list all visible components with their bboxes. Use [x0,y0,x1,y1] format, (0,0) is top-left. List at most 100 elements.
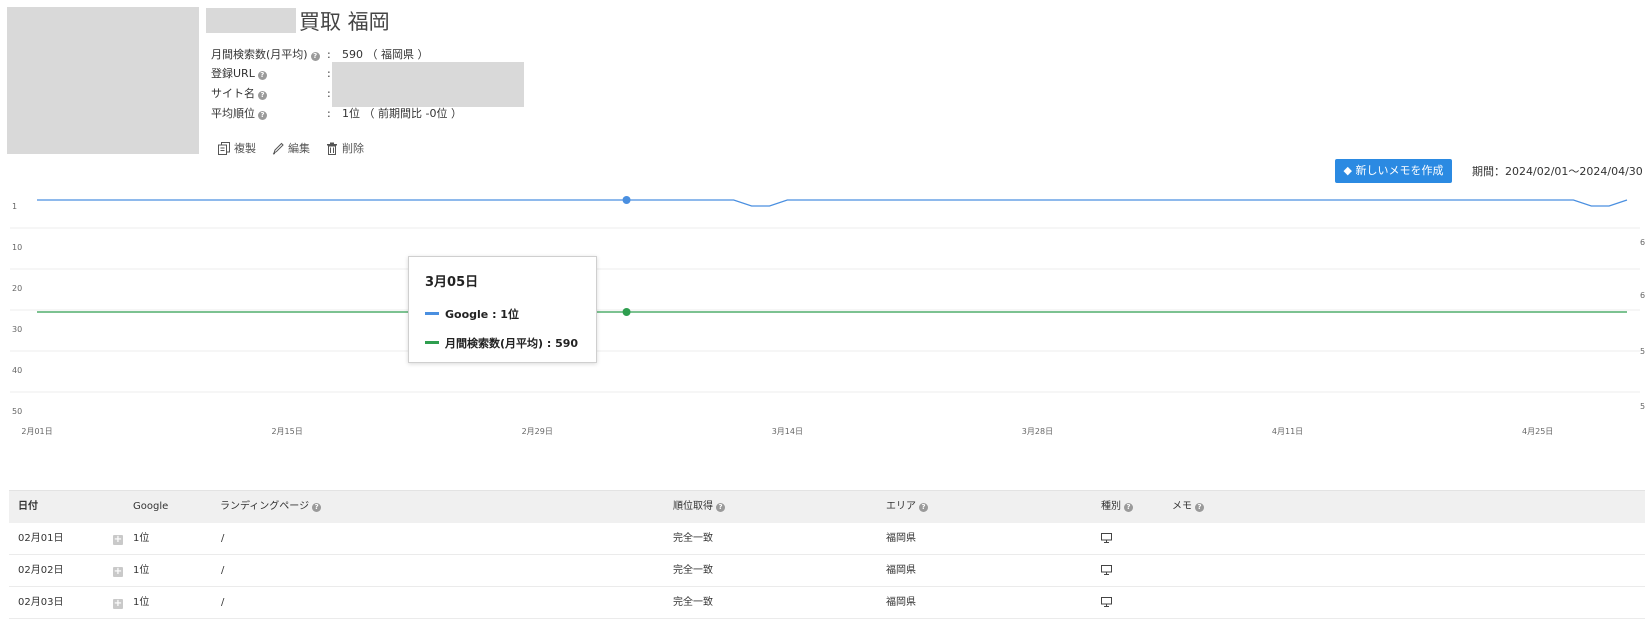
info-volume: 月間検索数(月平均)? : 590 （ 福岡県 ） [211,47,429,63]
copy-button[interactable]: 複製 [218,140,256,156]
x-tick-label: 4月11日 [1272,427,1303,436]
redacted-keyword [206,8,296,33]
x-tick-label: 3月14日 [772,427,803,436]
expand-button[interactable]: + [113,587,123,618]
row-match: 完全一致 [673,565,713,576]
row-rank: 1位 [133,565,150,576]
y-tick-label: 10 [12,243,22,252]
redacted-site-info [332,62,524,107]
x-tick-label: 2月29日 [522,427,553,436]
col-area-label: エリア [886,501,916,512]
delete-button[interactable]: 削除 [326,140,364,156]
info-url: 登録URL? : [211,66,331,82]
col-google[interactable]: Google [133,491,168,523]
col-date[interactable]: 日付 [18,491,38,523]
rank-table: 日付 Google ランディングページ? 順位取得? エリア? 種別? メモ? … [9,490,1645,619]
google-highlight-point [622,196,631,204]
help-icon[interactable]: ? [257,71,267,80]
y2-tick-label: 5 [1640,347,1645,356]
table-row: 02月01日 + 1位 / 完全一致 福岡県 [9,523,1645,555]
row-page-link[interactable]: / [221,523,224,554]
help-icon[interactable]: ? [1124,503,1133,512]
x-tick-label: 3月28日 [1022,427,1053,436]
colon: : [327,67,331,80]
help-icon[interactable]: ? [258,111,267,120]
col-area: エリア? [886,491,928,523]
row-date: 02月03日 [18,597,64,608]
tooltip-google-text: Google : 1位 [445,308,519,321]
chart-tooltip: 3月05日 Google : 1位 月間検索数(月平均) : 590 [408,256,597,363]
colon: : [327,87,331,100]
y-tick-label: 50 [12,407,22,416]
row-page-link[interactable]: / [221,587,224,618]
plus-icon: + [113,598,123,609]
row-area: 福岡県 [886,565,916,576]
tooltip-volume-row: 月間検索数(月平均) : 590 [425,335,578,351]
site-label: サイト名 [211,87,255,100]
edit-label: 編集 [288,142,310,155]
row-page-link[interactable]: / [221,555,224,586]
volume-highlight-point [622,308,631,316]
rank-chart: 1 10 20 30 40 50 6 6 5 5 2月01日 2月15日 2月29日 3月14日 3月28日… [10,196,1645,436]
copy-icon [218,141,230,155]
col-type: 種別? [1101,491,1133,523]
y-tick-label: 30 [12,325,22,334]
monitor-icon [1101,565,1112,575]
site-thumbnail [7,7,199,154]
volume-swatch [425,341,439,344]
row-area: 福岡県 [886,597,916,608]
copy-label: 複製 [234,142,256,155]
help-icon[interactable]: ? [312,503,322,512]
expand-button[interactable]: + [113,555,123,586]
edit-button[interactable]: 編集 [272,140,310,156]
expand-button[interactable]: + [113,523,123,554]
volume-value: 590 （ 福岡県 ） [342,48,429,61]
row-date: 02月02日 [18,565,64,576]
plus-icon: + [113,566,123,577]
tooltip-google-row: Google : 1位 [425,306,519,322]
chart-grid [10,227,1640,393]
action-bar: 複製 編集 削除 [218,140,364,156]
table-row: 02月03日 + 1位 / 完全一致 福岡県 [9,587,1645,619]
volume-label: 月間検索数(月平均) [211,48,308,61]
google-series-line [37,199,1628,207]
url-label: 登録URL [211,67,255,80]
y-tick-label: 20 [12,284,22,293]
row-rank: 1位 [133,597,150,608]
y2-tick-label: 6 [1640,238,1645,247]
help-icon[interactable]: ? [919,503,928,512]
x-tick-label: 2月01日 [21,427,52,436]
rank-label: 平均順位 [211,107,255,120]
period-text: 期間：2024/02/01〜2024/04/30 [1472,165,1643,178]
col-memo-label: メモ [1172,501,1192,512]
row-area: 福岡県 [886,533,916,544]
chart-series [37,196,1628,316]
info-site: サイト名? : [211,86,331,102]
colon: : [327,48,331,61]
row-date: 02月01日 [18,533,64,544]
col-type-label: 種別 [1101,501,1121,512]
monitor-icon [1101,597,1112,607]
pencil-icon [272,142,284,154]
row-device [1101,587,1112,618]
row-rank: 1位 [133,533,150,544]
x-tick-label: 2月15日 [271,427,302,436]
monitor-icon [1101,533,1112,543]
col-acquire: 順位取得? [673,491,725,523]
help-icon[interactable]: ? [1195,503,1204,512]
tooltip-volume-text: 月間検索数(月平均) : 590 [445,337,579,350]
keyword-title: 買取 福岡 [299,10,390,34]
help-icon[interactable]: ? [310,52,320,61]
colon: : [327,107,331,120]
col-acquire-label: 順位取得 [673,501,713,512]
tooltip-date: 3月05日 [425,275,479,290]
help-icon[interactable]: ? [258,91,267,100]
y2-tick-label: 6 [1640,291,1645,300]
x-tick-label: 4月25日 [1522,427,1553,436]
table-row: 02月02日 + 1位 / 完全一致 福岡県 [9,555,1645,587]
col-memo: メモ? [1172,491,1204,523]
row-device [1101,555,1112,586]
y-tick-label: 1 [12,202,17,211]
row-match: 完全一致 [673,533,713,544]
help-icon[interactable]: ? [716,503,725,512]
